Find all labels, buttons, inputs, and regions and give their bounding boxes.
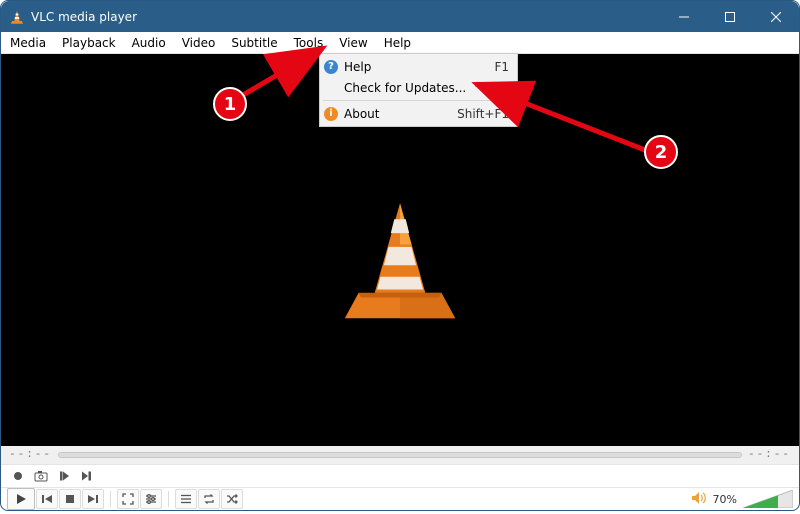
menu-media[interactable]: Media (2, 32, 54, 53)
time-remaining: --:-- (748, 449, 791, 461)
question-icon: ? (324, 60, 344, 74)
menu-tools[interactable]: Tools (286, 32, 332, 53)
loop-button[interactable] (198, 489, 220, 509)
menu-playback[interactable]: Playback (54, 32, 124, 53)
loop-a-button[interactable] (53, 466, 75, 486)
volume-slider[interactable] (743, 490, 793, 508)
separator (110, 491, 111, 507)
help-menu-help[interactable]: ? Help F1 (322, 56, 515, 77)
record-button[interactable] (7, 466, 29, 486)
toolbar-row-2: 70% (1, 487, 799, 510)
vlc-cone-logo (343, 198, 458, 328)
shuffle-button[interactable] (221, 489, 243, 509)
menu-audio[interactable]: Audio (124, 32, 174, 53)
info-icon: i (324, 107, 344, 121)
seek-slider[interactable] (58, 452, 742, 458)
help-menu-about[interactable]: i About Shift+F1 (322, 103, 515, 124)
menu-video[interactable]: Video (174, 32, 224, 53)
menu-separator (323, 100, 514, 101)
volume-percent: 70% (713, 493, 737, 506)
prev-button[interactable] (36, 489, 58, 509)
window-title: VLC media player (31, 10, 661, 24)
stop-button[interactable] (59, 489, 81, 509)
fullscreen-button[interactable] (117, 489, 139, 509)
ext-settings-button[interactable] (140, 489, 162, 509)
play-button[interactable] (7, 488, 35, 510)
separator (168, 491, 169, 507)
menu-subtitle[interactable]: Subtitle (223, 32, 285, 53)
speaker-icon[interactable] (691, 491, 707, 508)
playlist-button[interactable] (175, 489, 197, 509)
snapshot-button[interactable] (30, 466, 52, 486)
titlebar: VLC media player (1, 1, 799, 32)
maximize-button[interactable] (707, 1, 753, 32)
help-menu-check-updates[interactable]: Check for Updates... (322, 77, 515, 98)
help-dropdown: ? Help F1 Check for Updates... i About S… (319, 53, 518, 127)
vlc-cone-icon (9, 9, 25, 25)
menu-view[interactable]: View (331, 32, 375, 53)
next-button[interactable] (82, 489, 104, 509)
loop-b-button[interactable] (76, 466, 98, 486)
minimize-button[interactable] (661, 1, 707, 32)
menu-help[interactable]: Help (376, 32, 419, 53)
menubar: Media Playback Audio Video Subtitle Tool… (1, 32, 799, 54)
toolbar-row-1 (1, 464, 799, 487)
time-elapsed: --:-- (9, 449, 52, 461)
close-button[interactable] (753, 1, 799, 32)
seekbar-row: --:-- --:-- (1, 446, 799, 464)
